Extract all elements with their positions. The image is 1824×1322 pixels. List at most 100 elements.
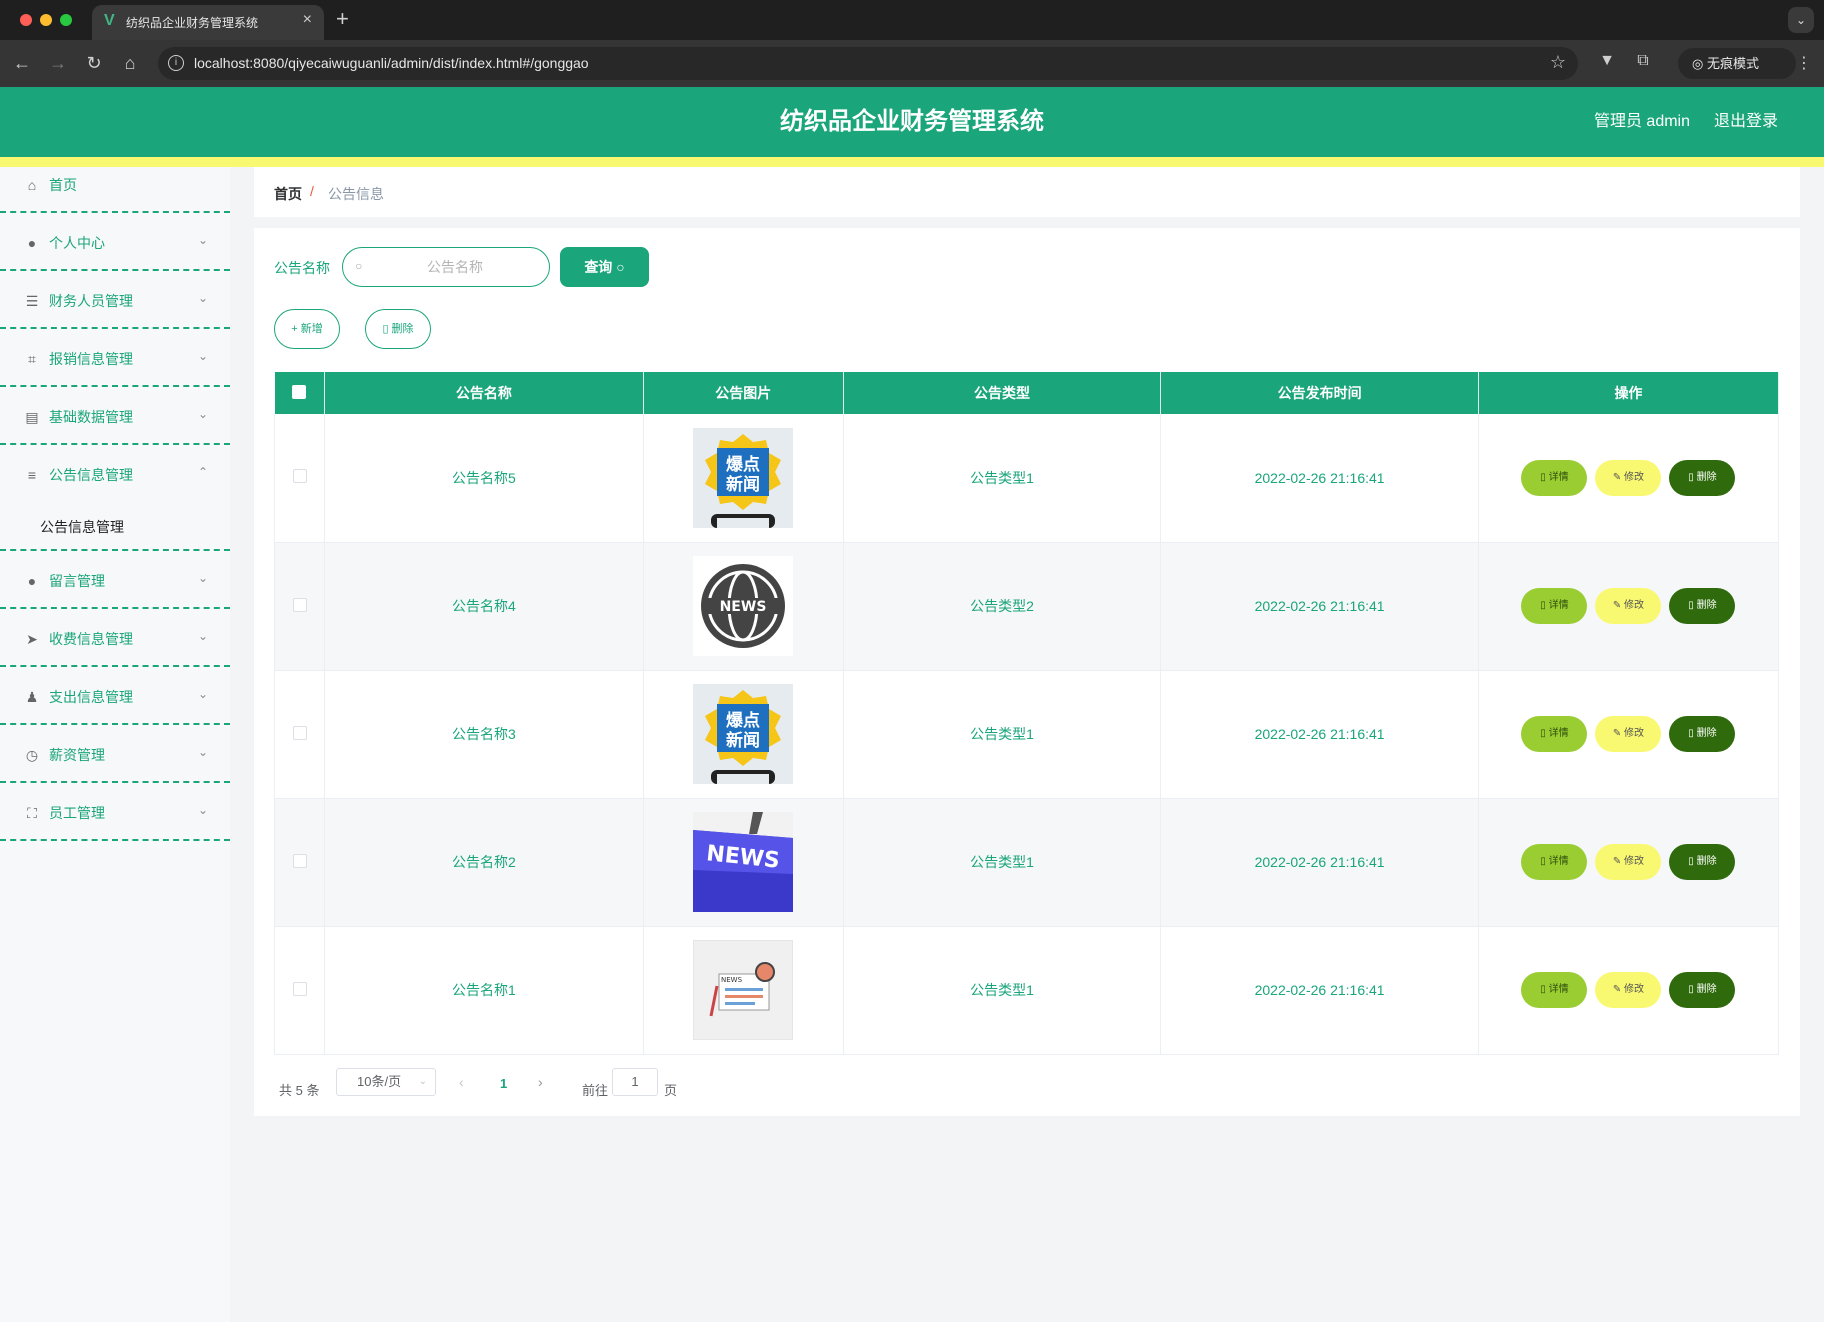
trash-icon: ▯ bbox=[1688, 728, 1697, 739]
site-info-icon[interactable]: i bbox=[168, 55, 184, 71]
close-window-button[interactable] bbox=[20, 14, 32, 26]
search-field[interactable]: ○ bbox=[342, 247, 550, 287]
prev-page-icon[interactable]: ‹ bbox=[459, 1074, 464, 1090]
row-select-cell[interactable] bbox=[273, 542, 326, 671]
actions-cell: ▯ 详情 ✎ 修改 ▯ 删除 bbox=[1478, 542, 1780, 671]
browser-menu-icon[interactable]: ⋮ bbox=[1796, 53, 1812, 73]
row-checkbox[interactable] bbox=[292, 469, 307, 484]
row-checkbox[interactable] bbox=[292, 981, 307, 996]
next-page-icon[interactable]: › bbox=[538, 1074, 543, 1090]
breadcrumb-current: 公告信息 bbox=[328, 186, 384, 202]
detail-label: 详情 bbox=[1548, 728, 1569, 739]
delete-button[interactable]: ▯ 删除 bbox=[1669, 844, 1736, 880]
maximize-window-button[interactable] bbox=[60, 14, 72, 26]
sidebar-item-employee[interactable]: ⛶ 员工管理 ⌄ bbox=[0, 783, 230, 841]
sidebar-item-expense[interactable]: ♟ 支出信息管理 ⌄ bbox=[0, 667, 230, 725]
edit-button[interactable]: ✎ 修改 bbox=[1595, 588, 1662, 624]
extensions-icon[interactable]: ⧉ bbox=[1632, 52, 1654, 74]
detail-button[interactable]: ▯ 详情 bbox=[1521, 459, 1588, 496]
forward-icon[interactable]: → bbox=[46, 51, 70, 75]
batch-delete-button[interactable]: ▯ 删除 bbox=[365, 309, 431, 349]
vue-devtools-icon[interactable]: ▼ bbox=[1596, 52, 1618, 74]
current-page[interactable]: 1 bbox=[500, 1076, 507, 1091]
row-checkbox[interactable] bbox=[292, 853, 307, 868]
svg-text:爆点: 爆点 bbox=[726, 710, 760, 731]
row-checkbox[interactable] bbox=[292, 597, 307, 612]
notice-name-cell: 公告名称5 bbox=[324, 414, 644, 543]
user-icon: ● bbox=[27, 235, 37, 251]
notice-type-cell: 公告类型1 bbox=[843, 926, 1162, 1055]
row-select-cell[interactable] bbox=[273, 926, 326, 1055]
current-user: 管理员 admin bbox=[1593, 113, 1690, 130]
chevron-down-icon: ⌄ bbox=[197, 803, 208, 817]
detail-button[interactable]: ▯ 详情 bbox=[1521, 844, 1588, 880]
delete-button[interactable]: ▯ 删除 bbox=[1669, 459, 1736, 496]
detail-button[interactable]: ▯ 详情 bbox=[1521, 588, 1588, 624]
breadcrumb-home[interactable]: 首页 bbox=[274, 184, 302, 204]
chevron-down-icon: ⌄ bbox=[197, 629, 208, 643]
sidebar-item-basic-data[interactable]: ▤ 基础数据管理 ⌄ bbox=[0, 387, 230, 445]
notice-thumbnail[interactable]: 爆点 新闻 bbox=[693, 427, 794, 528]
search-icon: ○ bbox=[616, 259, 625, 275]
edit-button[interactable]: ✎ 修改 bbox=[1595, 972, 1662, 1008]
edit-button[interactable]: ✎ 修改 bbox=[1595, 459, 1662, 496]
pencil-icon: ✎ bbox=[1612, 471, 1625, 483]
edit-button[interactable]: ✎ 修改 bbox=[1595, 716, 1662, 752]
sidebar-item-messages[interactable]: ● 留言管理 ⌄ bbox=[0, 551, 230, 609]
page-size-select[interactable]: 10条/页 ⌄ bbox=[336, 1068, 436, 1096]
back-icon[interactable]: ← bbox=[10, 51, 34, 75]
sidebar-item-reimbursement[interactable]: ⌗ 报销信息管理 ⌄ bbox=[0, 329, 230, 387]
sidebar-item-salary[interactable]: ◷ 薪资管理 ⌄ bbox=[0, 725, 230, 783]
svg-text:NEWS: NEWS bbox=[720, 599, 767, 615]
incognito-icon: ◎ bbox=[1692, 56, 1707, 71]
chevron-down-icon: ⌄ bbox=[197, 291, 208, 305]
sidebar-subitem-notice[interactable]: 公告信息管理 bbox=[40, 517, 124, 537]
browser-tab-strip: V 纺织品企业财务管理系统 × + ⌄ bbox=[0, 0, 1824, 40]
tab-close-icon[interactable]: × bbox=[303, 11, 312, 29]
sidebar-item-home[interactable]: ⌂ 首页 bbox=[0, 167, 230, 213]
delete-button[interactable]: ▯ 删除 bbox=[1669, 972, 1736, 1008]
detail-button[interactable]: ▯ 详情 bbox=[1521, 716, 1588, 752]
logout-button[interactable]: 退出登录 bbox=[1714, 87, 1778, 157]
add-button[interactable]: + 新增 bbox=[274, 309, 340, 349]
notice-image-cell: 爆点 新闻 bbox=[643, 414, 844, 543]
select-all-checkbox[interactable] bbox=[292, 384, 307, 399]
home-browser-icon[interactable]: ⌂ bbox=[118, 51, 142, 75]
notice-thumbnail[interactable]: NEWS bbox=[693, 812, 794, 912]
browser-tab[interactable]: V 纺织品企业财务管理系统 × bbox=[92, 5, 324, 40]
pencil-icon: ✎ bbox=[1612, 984, 1625, 995]
sidebar-item-profile[interactable]: ● 个人中心 ⌄ bbox=[0, 213, 230, 271]
table-row: 公告名称1 NEWS 公告类型1 2022-02-26 21:16:41 ▯ 详情 ✎ 修… bbox=[273, 926, 1780, 1055]
sidebar-item-income[interactable]: ➤ 收费信息管理 ⌄ bbox=[0, 609, 230, 667]
sidebar-item-notice[interactable]: ≡ 公告信息管理 ⌃ 公告信息管理 bbox=[0, 445, 230, 551]
row-select-cell[interactable] bbox=[273, 798, 326, 927]
notice-thumbnail[interactable]: NEWS bbox=[692, 939, 794, 1041]
notice-time-cell: 2022-02-26 21:16:41 bbox=[1160, 670, 1479, 799]
row-checkbox[interactable] bbox=[292, 725, 307, 740]
select-all-cell[interactable] bbox=[274, 372, 326, 414]
delete-button[interactable]: ▯ 删除 bbox=[1669, 716, 1736, 752]
new-tab-icon[interactable]: + bbox=[336, 6, 349, 32]
tab-search-icon[interactable]: ⌄ bbox=[1788, 7, 1814, 33]
column-header: 公告名称 bbox=[324, 372, 644, 414]
sidebar-item-finance-staff[interactable]: ☰ 财务人员管理 ⌄ bbox=[0, 271, 230, 329]
detail-button[interactable]: ▯ 详情 bbox=[1521, 972, 1588, 1008]
address-bar[interactable]: i localhost:8080/qiyecaiwuguanli/admin/d… bbox=[158, 47, 1578, 80]
goto-page-input[interactable]: 1 bbox=[612, 1068, 658, 1096]
row-select-cell[interactable] bbox=[273, 670, 326, 799]
minimize-window-button[interactable] bbox=[40, 14, 52, 26]
notice-thumbnail[interactable]: NEWS bbox=[693, 556, 794, 656]
reload-icon[interactable]: ↻ bbox=[82, 51, 106, 75]
notice-name-cell: 公告名称1 bbox=[324, 926, 644, 1055]
delete-button[interactable]: ▯ 删除 bbox=[1669, 588, 1736, 624]
query-button[interactable]: 查询 ○ bbox=[560, 247, 649, 287]
edit-button[interactable]: ✎ 修改 bbox=[1595, 844, 1662, 880]
incognito-badge[interactable]: ◎ 无痕模式 bbox=[1678, 48, 1796, 79]
row-select-cell[interactable] bbox=[273, 414, 326, 543]
goto-unit: 页 bbox=[664, 1083, 678, 1098]
notice-thumbnail[interactable]: 爆点 新闻 bbox=[693, 684, 794, 784]
notice-image-cell: NEWS bbox=[643, 542, 844, 671]
search-input[interactable] bbox=[373, 256, 537, 278]
bookmark-star-icon[interactable]: ☆ bbox=[1550, 52, 1566, 73]
svg-text:爆点: 爆点 bbox=[726, 454, 760, 475]
